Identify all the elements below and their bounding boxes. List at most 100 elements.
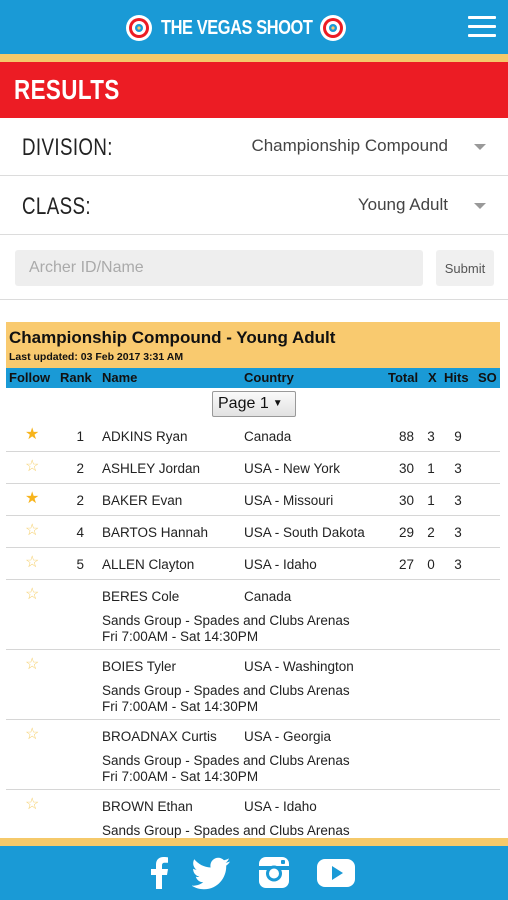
col-name[interactable]: Name: [102, 370, 137, 385]
star-outline-icon[interactable]: ☆: [25, 587, 39, 603]
last-updated-text: Last updated: 03 Feb 2017 3:31 AM: [9, 351, 184, 363]
venue-location: Sands Group - Spades and Clubs Arenas: [102, 613, 350, 628]
col-rank[interactable]: Rank: [60, 370, 92, 385]
class-selector[interactable]: CLASS: Young Adult: [0, 177, 508, 235]
shoot-time: Fri 7:00AM - Sat 14:30PM: [102, 769, 259, 784]
top-bar: THE VEGAS SHOOT: [0, 0, 508, 54]
col-follow[interactable]: Follow: [9, 370, 50, 385]
star-filled-icon[interactable]: ★: [25, 491, 39, 507]
instagram-icon[interactable]: [254, 855, 294, 891]
shoot-time: Fri 7:00AM - Sat 14:30PM: [102, 699, 259, 714]
division-selector[interactable]: DIVISION: Championship Compound: [0, 118, 508, 176]
x-count-cell: 1: [427, 461, 435, 476]
country-cell: USA - Georgia: [244, 729, 332, 744]
table-row[interactable]: ☆ 5 ALLEN Clayton USA - Idaho 27 0 3: [6, 548, 500, 580]
table-row[interactable]: ☆ BROADNAX Curtis USA - Georgia Sands Group…: [6, 720, 500, 790]
country-cell: USA - Missouri: [244, 493, 334, 508]
col-total[interactable]: Total: [388, 370, 418, 385]
venue-location: Sands Group - Spades and Clubs Arenas: [102, 753, 350, 768]
country-cell: USA - Idaho: [244, 557, 317, 572]
col-x[interactable]: X: [428, 370, 437, 385]
hits-cell: 3: [454, 493, 462, 508]
country-cell: USA - New York: [244, 461, 341, 476]
archer-name[interactable]: ALLEN Clayton: [102, 557, 194, 572]
social-footer: [0, 846, 508, 900]
column-headers: Follow Rank Name Country Total X Hits SO: [6, 368, 500, 388]
results-table-header: Championship Compound - Young Adult Last…: [6, 322, 500, 368]
country-cell: USA - Washington: [244, 659, 354, 674]
results-table-title: Championship Compound - Young Adult: [9, 328, 336, 347]
star-outline-icon[interactable]: ☆: [25, 797, 39, 813]
archer-name[interactable]: BARTOS Hannah: [102, 525, 208, 540]
hits-cell: 3: [454, 461, 462, 476]
rank-cell: 4: [76, 525, 84, 540]
archer-name[interactable]: ASHLEY Jordan: [102, 461, 200, 476]
table-row[interactable]: ★ 1 ADKINS Ryan Canada 88 3 9: [6, 420, 500, 452]
youtube-icon[interactable]: [316, 855, 356, 891]
app-logo[interactable]: THE VEGAS SHOOT: [125, 13, 347, 43]
rank-cell: 2: [76, 461, 84, 476]
total-cell: 29: [398, 525, 414, 540]
page-select[interactable]: Page 1 ▼: [212, 391, 296, 417]
star-outline-icon[interactable]: ☆: [25, 657, 39, 673]
total-cell: 30: [398, 493, 414, 508]
archer-name[interactable]: BROADNAX Curtis: [102, 729, 217, 744]
target-icon: [320, 15, 346, 41]
rank-cell: 2: [76, 493, 84, 508]
star-outline-icon[interactable]: ☆: [25, 459, 39, 475]
target-icon: [126, 15, 152, 41]
country-cell: USA - South Dakota: [244, 525, 365, 540]
class-value[interactable]: Young Adult: [358, 195, 448, 215]
table-row[interactable]: ☆ 2 ASHLEY Jordan USA - New York 30 1 3: [6, 452, 500, 484]
country-cell: USA - Idaho: [244, 799, 317, 814]
star-outline-icon[interactable]: ☆: [25, 727, 39, 743]
venue-location: Sands Group - Spades and Clubs Arenas: [102, 683, 350, 698]
star-filled-icon[interactable]: ★: [25, 427, 39, 443]
header-accent-stripe: [0, 54, 508, 62]
rank-cell: 1: [76, 429, 84, 444]
archer-name[interactable]: BAKER Evan: [102, 493, 182, 508]
col-so[interactable]: SO: [478, 370, 497, 385]
table-row[interactable]: ☆ 4 BARTOS Hannah USA - South Dakota 29 2 3: [6, 516, 500, 548]
table-row[interactable]: ★ 2 BAKER Evan USA - Missouri 30 1 3: [6, 484, 500, 516]
col-hits[interactable]: Hits: [444, 370, 469, 385]
archer-name[interactable]: BROWN Ethan: [102, 799, 193, 814]
app-screen: THE VEGAS SHOOT RESULTS DIVISION: Champi…: [0, 0, 508, 900]
star-outline-icon[interactable]: ☆: [25, 555, 39, 571]
division-label: DIVISION:: [22, 134, 113, 161]
table-row[interactable]: ☆ BERES Cole Canada Sands Group - Spades an…: [6, 580, 500, 650]
archer-name[interactable]: BERES Cole: [102, 589, 179, 604]
x-count-cell: 1: [427, 493, 435, 508]
shoot-time: Fri 7:00AM - Sat 14:30PM: [102, 629, 259, 644]
table-row[interactable]: ☆ BROWN Ethan USA - Idaho Sands Group - Spa…: [6, 790, 500, 840]
hamburger-menu-icon[interactable]: [468, 16, 496, 40]
archer-name[interactable]: BOIES Tyler: [102, 659, 176, 674]
venue-location: Sands Group - Spades and Clubs Arenas: [102, 823, 350, 838]
hits-cell: 3: [454, 557, 462, 572]
division-value[interactable]: Championship Compound: [251, 136, 448, 156]
page-title: RESULTS: [14, 74, 120, 105]
rank-cell: 5: [76, 557, 84, 572]
twitter-icon[interactable]: [192, 855, 232, 891]
submit-button[interactable]: Submit: [436, 250, 494, 286]
star-outline-icon[interactable]: ☆: [25, 523, 39, 539]
results-list: ★ 1 ADKINS Ryan Canada 88 3 9 ☆ 2 ASHLEY Jordan US…: [6, 420, 500, 840]
x-count-cell: 3: [427, 429, 435, 444]
app-title: THE VEGAS SHOOT: [161, 16, 313, 39]
hits-cell: 9: [454, 429, 462, 444]
footer-accent-stripe: [0, 838, 508, 846]
archer-search-input[interactable]: [15, 250, 423, 286]
total-cell: 27: [398, 557, 414, 572]
facebook-icon[interactable]: [140, 855, 180, 891]
results-banner: RESULTS: [0, 62, 508, 118]
caret-down-icon: ▼: [272, 398, 283, 409]
col-country[interactable]: Country: [244, 370, 294, 385]
chevron-down-icon[interactable]: [474, 144, 486, 150]
search-bar: Submit: [0, 236, 508, 300]
table-row[interactable]: ☆ BOIES Tyler USA - Washington Sands Group …: [6, 650, 500, 720]
chevron-down-icon[interactable]: [474, 203, 486, 209]
total-cell: 88: [398, 429, 414, 444]
archer-name[interactable]: ADKINS Ryan: [102, 429, 188, 444]
x-count-cell: 0: [427, 557, 435, 572]
hits-cell: 3: [454, 525, 462, 540]
